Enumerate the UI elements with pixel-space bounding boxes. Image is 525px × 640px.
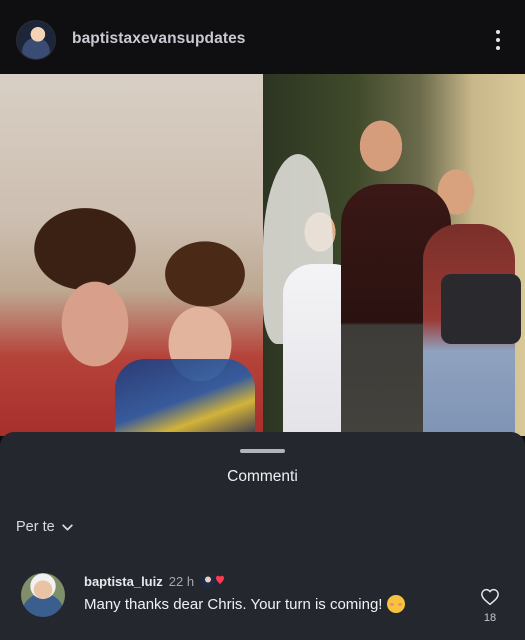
more-options-button[interactable] bbox=[491, 26, 505, 54]
blushing-face-icon bbox=[387, 595, 406, 613]
heart-outline-icon bbox=[481, 588, 499, 606]
like-count: 18 bbox=[483, 612, 497, 624]
creator-liked-badge-icon bbox=[201, 573, 225, 589]
sort-label: Per te bbox=[16, 519, 55, 535]
post-photo[interactable] bbox=[0, 74, 525, 436]
photo-detail bbox=[441, 274, 521, 344]
more-dot-icon bbox=[496, 38, 500, 42]
more-dot-icon bbox=[496, 46, 500, 50]
commenter-username[interactable]: baptista_luiz bbox=[84, 574, 163, 589]
comment-time: 22 h bbox=[168, 573, 195, 589]
comment-meta: baptista_luiz 22 h bbox=[84, 573, 225, 589]
comment-text: Many thanks dear Chris. Your turn is com… bbox=[84, 595, 406, 613]
drag-handle[interactable] bbox=[240, 449, 285, 453]
comments-sheet: Commenti Per te baptista_luiz 22 h Many … bbox=[0, 432, 525, 640]
photo-detail bbox=[115, 359, 255, 436]
profile-avatar[interactable] bbox=[17, 21, 55, 59]
photo-left-panel bbox=[0, 74, 263, 436]
photo-right-panel bbox=[263, 74, 525, 436]
commenter-avatar[interactable] bbox=[21, 573, 65, 617]
sort-dropdown[interactable]: Per te bbox=[16, 519, 74, 535]
chevron-down-icon bbox=[61, 523, 73, 531]
sheet-title: Commenti bbox=[227, 468, 298, 485]
comment-like-button[interactable]: 18 bbox=[476, 588, 504, 624]
post-username[interactable]: baptistaxevansupdates bbox=[72, 30, 246, 48]
more-dot-icon bbox=[496, 30, 500, 34]
comment-body: Many thanks dear Chris. Your turn is com… bbox=[84, 595, 383, 613]
post-header: baptistaxevansupdates bbox=[0, 0, 525, 74]
